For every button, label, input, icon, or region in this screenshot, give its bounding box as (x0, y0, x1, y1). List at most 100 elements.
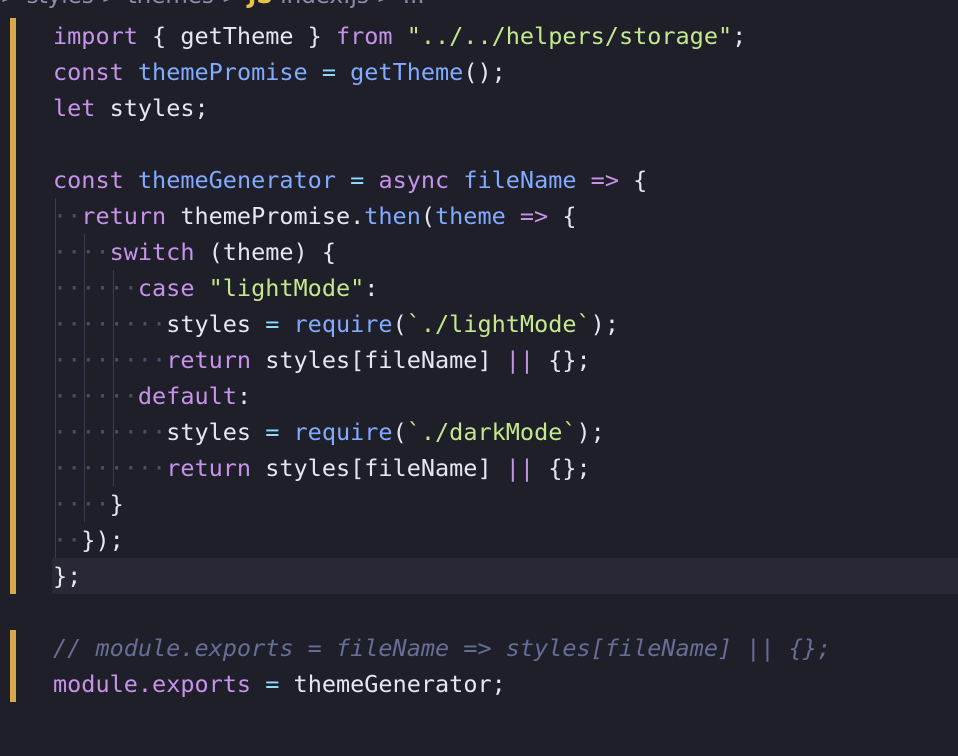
code-line[interactable]: // module.exports = fileName => styles[f… (53, 630, 831, 666)
breadcrumb[interactable]: > styles > themes > JS index.js > ... (0, 0, 425, 11)
punctuation: : (236, 382, 252, 410)
whitespace-dots: ········ (53, 418, 167, 446)
keyword: switch (109, 238, 195, 266)
whitespace-dots: ······ (53, 274, 138, 302)
code-line[interactable]: ········return styles[fileName] || {}; (53, 342, 591, 378)
operator: = (307, 58, 351, 86)
operator: = (251, 418, 294, 446)
punctuation: { (633, 166, 648, 194)
punctuation: { (562, 202, 577, 230)
code-text: styles (166, 310, 252, 338)
current-line-highlight (52, 558, 958, 594)
keyword: async (378, 166, 450, 194)
code-line[interactable]: }; (53, 558, 81, 594)
punctuation: (); (463, 58, 506, 86)
punctuation: : (364, 274, 379, 302)
breadcrumb-path[interactable]: > styles > themes > (0, 0, 248, 9)
punctuation: ; (732, 22, 747, 50)
operator: = (335, 166, 379, 194)
punctuation: ( (392, 418, 407, 446)
whitespace-dots: ···· (53, 490, 110, 518)
whitespace-dots: ······ (53, 382, 138, 410)
variable-name: themeGenerator (137, 166, 336, 194)
variable-name: themePromise (137, 58, 308, 86)
whitespace-dots: ·· (53, 202, 82, 230)
code-line[interactable]: ········styles = require(`./lightMode`); (53, 306, 619, 342)
method-call: then (364, 202, 421, 230)
git-change-marker[interactable] (10, 630, 16, 702)
code-text: themePromise. (166, 202, 365, 230)
code-line[interactable]: ··}); (53, 522, 124, 558)
code-line[interactable]: ··return themePromise.then(theme => { (53, 198, 577, 234)
code-comment: // module.exports = fileName => styles[f… (53, 634, 832, 662)
code-editor[interactable]: > styles > themes > JS index.js > ... im… (0, 0, 958, 756)
whitespace-dots: ···· (53, 238, 110, 266)
code-text: styles (166, 418, 252, 446)
keyword: return (81, 202, 167, 230)
keyword: default (137, 382, 237, 410)
code-text: styles[fileName] (251, 454, 506, 482)
module-object: module. (53, 670, 153, 698)
string-literal: "lightMode" (208, 274, 365, 302)
operator: = (251, 310, 294, 338)
code-text: { getTheme } (137, 22, 336, 50)
function-call: getTheme (350, 58, 464, 86)
punctuation: ); (590, 310, 619, 338)
arrow-operator: => (576, 166, 634, 194)
parameter: fileName (463, 166, 577, 194)
keyword: import (53, 22, 138, 50)
punctuation: ( (420, 202, 436, 230)
whitespace-dots: ········ (53, 454, 167, 482)
code-line[interactable]: let styles; (53, 90, 209, 126)
breadcrumb-file[interactable]: index.js > ... (273, 0, 424, 9)
punctuation: } (109, 490, 124, 518)
code-line[interactable]: ········styles = require(`./darkMode`); (53, 414, 605, 450)
punctuation: ); (576, 418, 605, 446)
code-line[interactable]: ········return styles[fileName] || {}; (53, 450, 591, 486)
code-text: (theme) { (194, 238, 336, 266)
property: exports (152, 670, 252, 698)
code-text: themeGenerator; (293, 670, 506, 698)
punctuation: ( (392, 310, 407, 338)
js-file-icon: JS (248, 0, 273, 9)
function-call: require (293, 418, 393, 446)
punctuation: }; (53, 562, 82, 590)
function-call: require (293, 310, 393, 338)
keyword: case (137, 274, 195, 302)
code-line[interactable]: ······case "lightMode": (53, 270, 378, 306)
keyword: return (166, 454, 252, 482)
git-change-marker[interactable] (10, 18, 16, 594)
template-literal: `./lightMode` (406, 310, 591, 338)
code-line[interactable]: module.exports = themeGenerator; (53, 666, 506, 702)
punctuation: }); (81, 526, 124, 554)
code-line[interactable]: const themePromise = getTheme(); (53, 54, 506, 90)
keyword: let (53, 94, 96, 122)
keyword: const (53, 58, 124, 86)
keyword: const (53, 166, 124, 194)
whitespace-dots: ········ (53, 346, 167, 374)
template-literal: `./darkMode` (406, 418, 577, 446)
code-line[interactable]: ····} (53, 486, 124, 522)
arrow-operator: => (505, 202, 563, 230)
whitespace-dots: ·· (53, 526, 82, 554)
keyword: return (166, 346, 252, 374)
code-text: styles[fileName] (251, 346, 506, 374)
whitespace-dots: ········ (53, 310, 167, 338)
operator: = (251, 670, 294, 698)
code-text: styles; (95, 94, 209, 122)
code-line[interactable]: ····switch (theme) { (53, 234, 336, 270)
code-line[interactable]: ······default: (53, 378, 251, 414)
operator: || (505, 346, 535, 374)
operator: || (505, 454, 535, 482)
string-literal: "../../helpers/storage" (406, 22, 733, 50)
punctuation: {}; (534, 346, 591, 374)
punctuation: {}; (534, 454, 591, 482)
code-line[interactable]: import { getTheme } from "../../helpers/… (53, 18, 746, 54)
parameter: theme (435, 202, 506, 230)
code-line[interactable]: const themeGenerator = async fileName =>… (53, 162, 647, 198)
